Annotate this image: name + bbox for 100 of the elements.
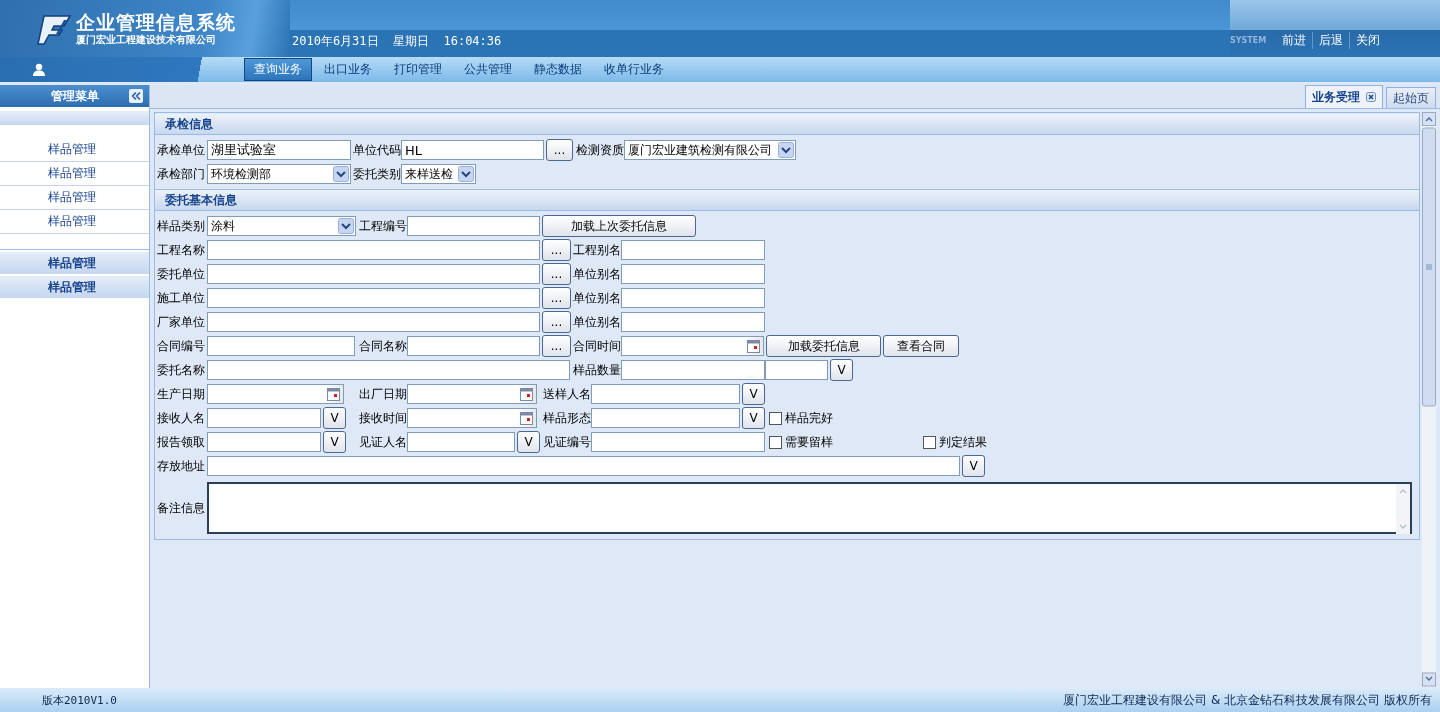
checkbox[interactable]	[923, 435, 936, 449]
button[interactable]: ...	[542, 335, 571, 357]
field-label: 生产日期	[157, 385, 206, 403]
input-field[interactable]	[407, 336, 540, 356]
date-field[interactable]	[621, 336, 764, 356]
input-field[interactable]: 湖里试验室	[207, 140, 351, 160]
group-header[interactable]: 样品管理	[0, 252, 149, 274]
menu-item[interactable]: 样品管理	[0, 210, 149, 234]
checkbox-label: 需要留样	[785, 433, 833, 451]
input-field[interactable]	[207, 312, 540, 332]
date-field[interactable]	[407, 408, 537, 428]
nav-tab[interactable]: 静态数据	[524, 58, 592, 81]
checkbox[interactable]	[769, 435, 782, 449]
dropdown[interactable]: 来样送检	[401, 164, 476, 184]
checkbox-label: 样品完好	[785, 409, 833, 427]
button[interactable]: 查看合同	[883, 335, 959, 357]
field-label: 工程别名	[572, 241, 621, 259]
field-label: 报告领取	[157, 433, 206, 451]
button[interactable]: V	[323, 407, 346, 429]
section-header: 承检信息	[155, 114, 1419, 135]
nav-tab[interactable]: 打印管理	[384, 58, 452, 81]
input-field[interactable]	[407, 216, 540, 236]
page-tab[interactable]: 业务受理	[1305, 85, 1383, 108]
date-field[interactable]	[207, 384, 344, 404]
field-label: 合同时间	[572, 337, 621, 355]
field-label: 样品数量	[572, 361, 621, 379]
field-label: 单位别名	[572, 265, 621, 283]
button[interactable]: ...	[542, 239, 571, 261]
input-field[interactable]	[207, 432, 321, 452]
button[interactable]: ...	[542, 311, 571, 333]
field-label: 送样人名	[542, 385, 591, 403]
dropdown[interactable]: 厦门宏业建筑检测有限公司	[624, 140, 796, 160]
nav-tab[interactable]: 收单行业务	[594, 58, 674, 81]
button[interactable]: V	[323, 431, 346, 453]
field-label: 见证编号	[542, 433, 591, 451]
input-field[interactable]	[621, 240, 765, 260]
banner-text: SYSTEM	[1230, 36, 1267, 45]
input-field[interactable]	[207, 240, 540, 260]
menu-item[interactable]: 样品管理	[0, 138, 149, 162]
field-label: 委托类别	[352, 165, 401, 183]
field-label: 样品形态	[542, 409, 591, 427]
date-field[interactable]	[407, 384, 537, 404]
calendar-icon	[747, 339, 760, 353]
button[interactable]: ...	[542, 287, 571, 309]
field-label: 承检单位	[157, 141, 206, 159]
header-link[interactable]: 关闭	[1349, 32, 1387, 49]
dropdown[interactable]: 环境检测部	[207, 164, 351, 184]
button[interactable]: V	[742, 383, 765, 405]
close-icon[interactable]	[1366, 92, 1376, 102]
input-field[interactable]	[207, 456, 960, 476]
field-label: 检测资质	[575, 141, 624, 159]
input-field[interactable]	[207, 336, 355, 356]
input-field[interactable]	[621, 312, 765, 332]
field-label: 存放地址	[157, 457, 206, 475]
button[interactable]: V	[742, 407, 765, 429]
input-field[interactable]	[207, 408, 321, 428]
copyright-text: 厦门宏业工程建设有限公司 & 北京金钻石科技发展有限公司 版权所有	[1063, 691, 1432, 709]
nav-tab[interactable]: 出口业务	[314, 58, 382, 81]
input-field[interactable]	[207, 360, 570, 380]
checkbox[interactable]	[769, 411, 782, 425]
input-field[interactable]	[591, 384, 740, 404]
field-label: 合同名称	[358, 337, 407, 355]
input-field[interactable]	[621, 288, 765, 308]
input-field[interactable]	[591, 432, 765, 452]
field-label: 工程名称	[157, 241, 206, 259]
input-field[interactable]	[765, 360, 828, 380]
field-label: 单位别名	[572, 289, 621, 307]
field-label: 样品类别	[157, 217, 206, 235]
collapse-button[interactable]	[129, 89, 143, 103]
nav-tab[interactable]: 查询业务	[244, 58, 312, 81]
text-area[interactable]	[207, 482, 1412, 534]
input-field[interactable]	[407, 432, 515, 452]
field-label: 接收时间	[358, 409, 407, 427]
input-field[interactable]	[207, 288, 540, 308]
button[interactable]: 加载上次委托信息	[542, 215, 696, 237]
button[interactable]: 加载委托信息	[766, 335, 881, 357]
calendar-icon	[520, 411, 533, 425]
button[interactable]: V	[830, 359, 853, 381]
datetime-text: 2010年6月31日 星期日 16:04:36	[292, 33, 502, 50]
nav-tab[interactable]: 公共管理	[454, 58, 522, 81]
input-field[interactable]: HL	[401, 140, 544, 160]
button[interactable]: V	[962, 455, 985, 477]
input-field[interactable]	[591, 408, 740, 428]
input-field[interactable]	[207, 264, 540, 284]
field-label: 接收人名	[157, 409, 206, 427]
menu-item[interactable]: 样品管理	[0, 162, 149, 186]
header-link[interactable]: 前进	[1276, 32, 1313, 49]
field-label: 单位代码	[352, 141, 401, 159]
button[interactable]: ...	[542, 263, 571, 285]
page-tab[interactable]: 起始页	[1386, 87, 1436, 108]
input-field[interactable]	[621, 264, 765, 284]
header-link[interactable]: 后退	[1312, 32, 1350, 49]
field-label: 委托单位	[157, 265, 206, 283]
input-field[interactable]	[621, 360, 765, 380]
group-header[interactable]: 样品管理	[0, 276, 149, 298]
tab-label: 起始页	[1393, 89, 1429, 107]
dropdown[interactable]: 涂料	[207, 216, 356, 236]
button[interactable]: ...	[546, 139, 573, 161]
menu-item[interactable]: 样品管理	[0, 186, 149, 210]
button[interactable]: V	[517, 431, 540, 453]
